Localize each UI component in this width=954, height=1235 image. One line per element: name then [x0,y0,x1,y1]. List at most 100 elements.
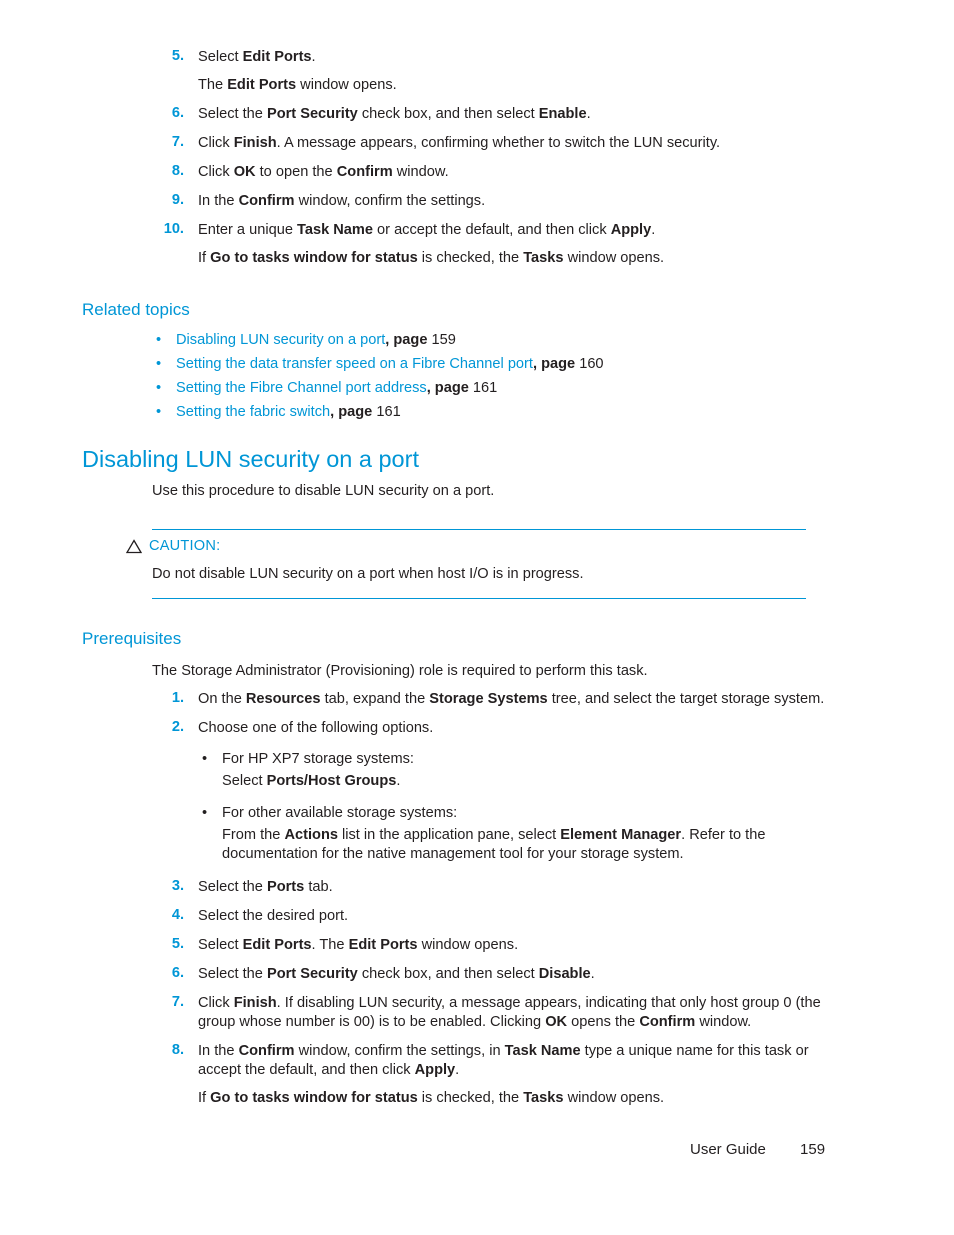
related-topics-heading: Related topics [82,300,190,319]
procedure-step: 8. In the Confirm window, confirm the set… [152,1042,842,1108]
footer-label: User Guide [690,1141,766,1158]
text-run: Select the desired port. [198,907,349,924]
step-text: On the Resources tab, expand the Storage… [198,690,842,709]
ui-term: Disable [538,965,591,982]
text-run: . The [311,936,349,953]
step-number: 7. [171,993,184,1010]
text-run: The [198,76,228,93]
procedure-step: 4. Select the desired port. [152,907,842,926]
text-run: window opens. [563,1089,665,1106]
section-intro: Use this procedure to disable LUN securi… [152,483,495,499]
ui-term: Confirm [238,192,295,209]
ui-term: Apply [414,1061,456,1078]
ui-term: Tasks [523,1089,564,1106]
text-run: From the [222,826,285,843]
document-page: 5. Select Edit Ports. The Edit Ports windo… [0,0,954,1235]
text-run: window opens. [417,936,519,953]
text-run: Click [198,994,234,1011]
text-run: window opens. [296,76,397,93]
bullet-subtext: Select Ports/Host Groups. [222,772,842,791]
ui-term: Resources [245,691,321,707]
text-run: tab. [304,878,333,895]
cross-reference-page: , page 159 [385,332,456,348]
text-run: check box, and then select [357,965,539,982]
text-run: window opens. [563,249,665,266]
bullet-icon: • [202,750,208,767]
text-run: window, confirm the settings. [294,192,486,209]
step-number: 8. [171,1041,184,1058]
step-text: In the Confirm window, confirm the setti… [198,192,842,211]
caution-box: CAUTION: Do not disable LUN security on … [125,529,806,599]
caution-header: CAUTION: [125,538,806,554]
ui-term: Storage Systems [429,691,548,707]
list-item: • Setting the Fibre Channel port address,… [152,379,842,398]
ui-term: Edit Ports [348,936,418,953]
step-number: 7. [171,133,184,150]
step-text: Select the Port Security check box, and … [198,965,842,984]
text-run: In the [198,1042,239,1059]
list-item: • For other available storage systems: Fro… [198,804,842,864]
text-run: Select the [198,878,267,895]
bullet-icon: • [156,379,162,396]
step-text: In the Confirm window, confirm the setti… [198,1042,842,1080]
step-number: 3. [171,877,184,894]
list-item: • For HP XP7 storage systems: Select Ports… [198,750,842,791]
step-number: 2. [171,718,184,735]
text-run: On the [198,691,246,707]
bullet-icon: • [156,332,162,348]
ui-term: Finish [233,134,277,151]
caution-body: Do not disable LUN security on a port wh… [152,566,584,582]
procedure-step: 3. Select the Ports tab. [152,878,842,897]
ui-term: Edit Ports [227,76,297,93]
procedure-step: 9. In the Confirm window, confirm the set… [152,192,842,211]
prerequisites-heading: Prerequisites [82,629,182,648]
step-note: If Go to tasks window for status is chec… [198,1089,842,1108]
cross-reference-link[interactable]: Setting the data transfer speed on a Fib… [176,356,533,372]
related-topics-list: • Disabling LUN security on a port, page … [152,331,842,427]
step-number: 10. [163,220,184,237]
prerequisites-procedure-list: 1. On the Resources tab, expand the Stora… [152,690,842,1118]
procedure-step: 5. Select Edit Ports. The Edit Ports windo… [152,48,842,95]
list-item: • Setting the data transfer speed on a Fi… [152,355,842,374]
cross-reference-link[interactable]: Setting the fabric switch [176,404,330,420]
text-run: Select [222,772,267,789]
ui-term: Port Security [266,965,358,982]
step-number: 8. [171,162,184,179]
ui-term: Ports [266,878,305,895]
ui-term: Finish [233,994,277,1011]
text-run: is checked, the [417,1089,524,1106]
footer-page-number: 159 [800,1141,826,1158]
step-text: Select the Ports tab. [198,878,842,897]
text-run: If [198,249,211,266]
ui-term: Confirm [336,163,393,180]
ui-term: OK [545,1013,568,1030]
text-run: opens the [567,1013,640,1030]
step-number: 5. [171,935,184,952]
text-run: Select the [198,105,267,122]
step-text: Select the desired port. [198,907,842,926]
text-run: . [590,965,595,982]
procedure-step: 2. Choose one of the following options. • F… [152,719,842,864]
ui-term: Apply [610,221,652,238]
text-run: . [396,772,401,789]
text-run: check box, and then select [357,105,539,122]
text-run: For HP XP7 storage systems: [222,750,414,767]
cross-reference-link[interactable]: Setting the Fibre Channel port address [176,380,427,396]
procedure-step: 7. Click Finish. If disabling LUN securit… [152,994,842,1032]
ui-term: OK [233,163,256,180]
cross-reference-link[interactable]: Disabling LUN security on a port [176,332,385,348]
step-number: 6. [171,964,184,981]
ui-term: Go to tasks window for status [210,249,418,266]
cross-reference-page: , page 161 [330,403,401,420]
step-text: Select Edit Ports. [198,48,842,67]
ui-term: Element Manager [560,826,682,843]
ui-term: Confirm [238,1042,295,1059]
step-text: Click Finish. If disabling LUN security,… [198,994,842,1032]
step-text: Select Edit Ports. The Edit Ports window… [198,936,842,955]
text-run: window, confirm the settings, in [294,1042,505,1059]
step-number: 5. [171,48,184,64]
ui-term: Enable [538,105,587,122]
list-item: • Disabling LUN security on a port, page … [152,331,842,350]
ui-term: Task Name [504,1042,581,1059]
text-run: Select the [198,965,267,982]
